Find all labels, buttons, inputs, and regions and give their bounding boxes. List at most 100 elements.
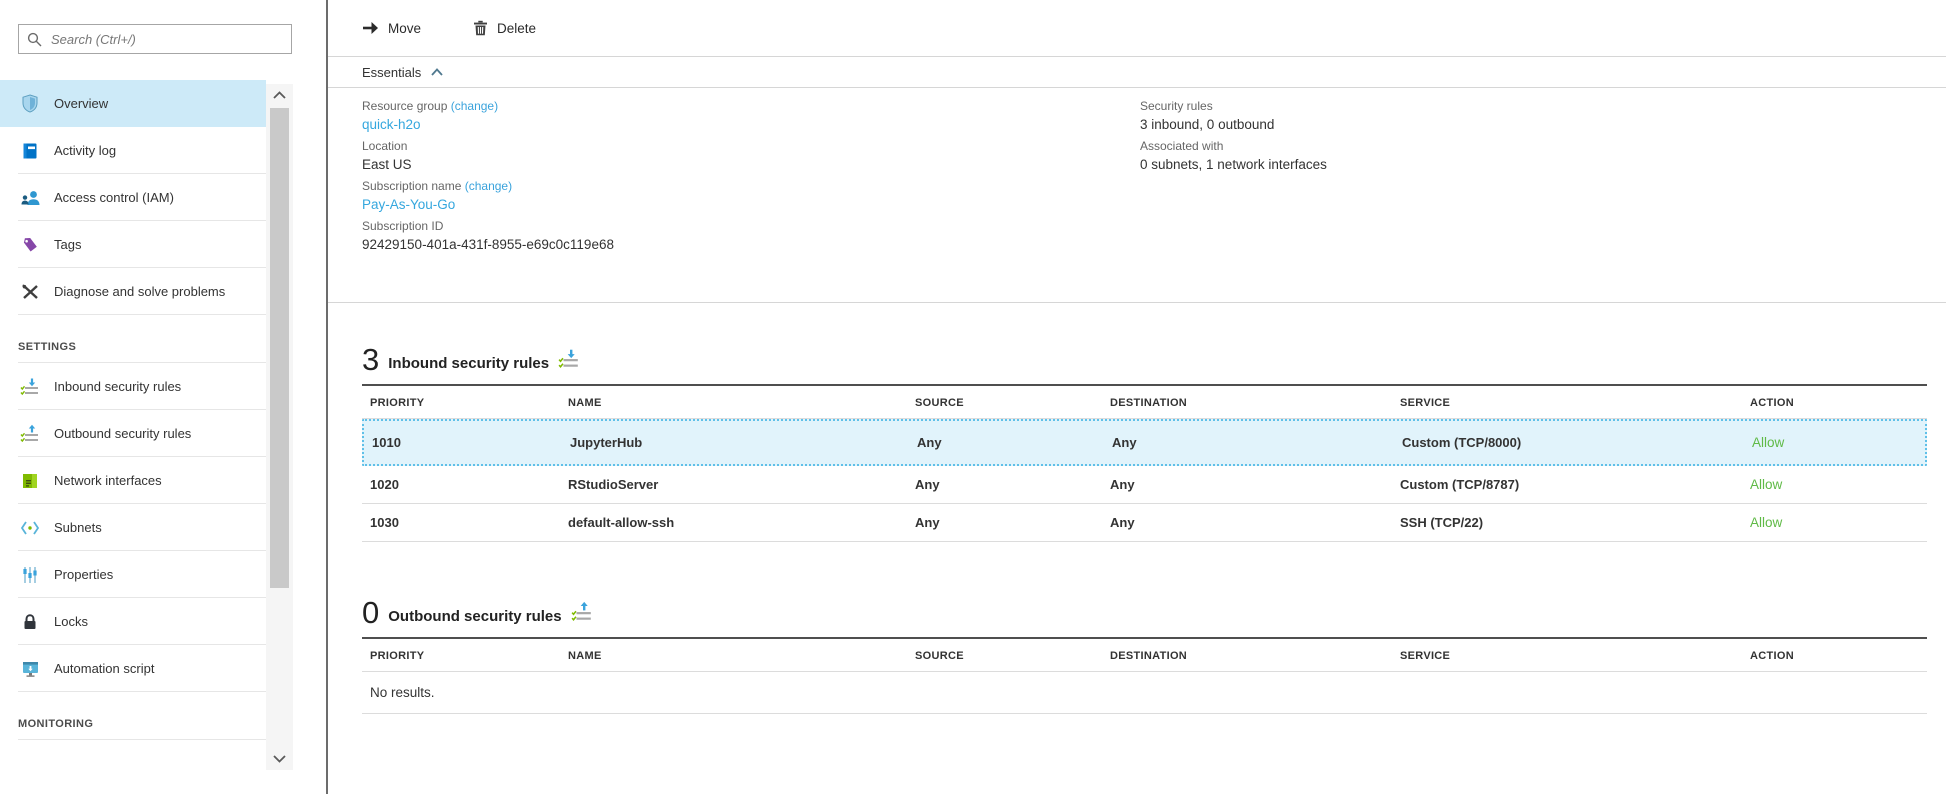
column-header-destination: DESTINATION	[1102, 397, 1392, 409]
sidebar-item-activity-log[interactable]: Activity log	[0, 127, 266, 174]
field-subscription-name: Subscription name (change) Pay-As-You-Go	[362, 177, 1140, 214]
essentials-toggle[interactable]: Essentials	[328, 57, 1946, 88]
inbound-rules-section: 3 Inbound security rules PRIORITY NAME S…	[362, 345, 1927, 542]
column-header-action: ACTION	[1742, 650, 1927, 662]
resource-group-link[interactable]: quick-h2o	[362, 115, 1140, 134]
scroll-down-icon[interactable]	[266, 748, 293, 770]
cell-name: RStudioServer	[560, 477, 907, 492]
sidebar: Overview Activity log Access control (IA…	[0, 0, 294, 794]
sliders-icon	[20, 565, 40, 585]
sidebar-scrollbar[interactable]	[266, 84, 293, 770]
table-row-rstudioserver[interactable]: 1020 RStudioServer Any Any Custom (TCP/8…	[362, 466, 1927, 504]
cell-name: JupyterHub	[562, 435, 909, 450]
field-label: Security rules	[1140, 97, 1327, 115]
scroll-up-icon[interactable]	[266, 84, 293, 106]
field-label: Resource group	[362, 99, 447, 113]
sidebar-item-label: Activity log	[54, 143, 116, 158]
shield-icon	[20, 94, 40, 114]
command-bar: Move Delete	[328, 0, 1946, 57]
rules-sections: 3 Inbound security rules PRIORITY NAME S…	[328, 345, 1927, 714]
scrollbar-thumb[interactable]	[270, 108, 289, 588]
column-header-priority: PRIORITY	[362, 397, 560, 409]
move-arrow-icon	[362, 21, 379, 35]
sidebar-item-inbound-rules[interactable]: Inbound security rules	[0, 363, 266, 410]
sidebar-item-label: Diagnose and solve problems	[54, 284, 225, 299]
sidebar-item-outbound-rules[interactable]: Outbound security rules	[0, 410, 266, 457]
outbound-rules-icon	[571, 601, 593, 628]
chevron-up-icon	[431, 68, 443, 76]
table-row-default-allow-ssh[interactable]: 1030 default-allow-ssh Any Any SSH (TCP/…	[362, 504, 1927, 542]
sidebar-item-access-control[interactable]: Access control (IAM)	[0, 174, 266, 221]
cell-destination: Any	[1102, 477, 1392, 492]
security-rules-value: 3 inbound, 0 outbound	[1140, 115, 1327, 134]
associated-with-value: 0 subnets, 1 network interfaces	[1140, 155, 1327, 174]
column-header-action: ACTION	[1742, 397, 1927, 409]
cell-priority: 1030	[362, 515, 560, 530]
sidebar-item-label: Subnets	[54, 520, 102, 535]
cell-action: Allow	[1742, 477, 1927, 492]
sidebar-search[interactable]	[18, 24, 292, 54]
sidebar-item-label: Automation script	[54, 661, 154, 676]
outbound-table-header: PRIORITY NAME SOURCE DESTINATION SERVICE…	[362, 639, 1927, 672]
sidebar-menu: Overview Activity log Access control (IA…	[0, 80, 266, 740]
move-button[interactable]: Move	[362, 21, 421, 36]
essentials-left-column: Resource group (change) quick-h2o Locati…	[362, 97, 1140, 302]
sidebar-item-label: Tags	[54, 237, 81, 252]
change-link[interactable]: (change)	[465, 179, 512, 193]
delete-button[interactable]: Delete	[473, 20, 536, 36]
column-header-source: SOURCE	[907, 397, 1102, 409]
column-header-service: SERVICE	[1392, 397, 1742, 409]
cell-source: Any	[907, 477, 1102, 492]
main-content: Move Delete Essentials Resource group (c…	[328, 0, 1946, 794]
table-row-jupyterhub[interactable]: 1010 JupyterHub Any Any Custom (TCP/8000…	[362, 419, 1927, 466]
outbound-rules-section: 0 Outbound security rules PRIORITY NAME …	[362, 598, 1927, 714]
tools-icon	[20, 282, 40, 302]
essentials-right-column: Security rules 3 inbound, 0 outbound Ass…	[1140, 97, 1327, 302]
sidebar-item-overview[interactable]: Overview	[0, 80, 266, 127]
change-link[interactable]: (change)	[451, 99, 498, 113]
field-location: Location East US	[362, 137, 1140, 174]
network-interface-icon	[20, 471, 40, 491]
sidebar-item-label: Access control (IAM)	[54, 190, 174, 205]
sidebar-item-label: Inbound security rules	[54, 379, 181, 394]
inbound-count: 3	[362, 345, 379, 375]
outbound-rules-icon	[20, 424, 40, 444]
field-security-rules: Security rules 3 inbound, 0 outbound	[1140, 97, 1327, 134]
no-results-message: No results.	[362, 672, 1927, 714]
sidebar-item-tags[interactable]: Tags	[0, 221, 266, 268]
search-input[interactable]	[51, 32, 283, 47]
cell-destination: Any	[1102, 515, 1392, 530]
cell-name: default-allow-ssh	[560, 515, 907, 530]
cell-source: Any	[909, 435, 1104, 450]
field-subscription-id: Subscription ID 92429150-401a-431f-8955-…	[362, 217, 1140, 254]
people-icon	[20, 188, 40, 208]
sidebar-item-automation-script[interactable]: Automation script	[0, 645, 266, 692]
cell-service: Custom (TCP/8000)	[1394, 435, 1744, 450]
subscription-id-value: 92429150-401a-431f-8955-e69c0c119e68	[362, 235, 1140, 254]
column-header-priority: PRIORITY	[362, 650, 560, 662]
essentials-title: Essentials	[362, 65, 421, 80]
sidebar-item-label: Overview	[54, 96, 108, 111]
subscription-name-link[interactable]: Pay-As-You-Go	[362, 195, 1140, 214]
cell-action: Allow	[1744, 435, 1925, 450]
sidebar-item-network-interfaces[interactable]: Network interfaces	[0, 457, 266, 504]
move-button-label: Move	[388, 21, 421, 36]
field-label: Subscription name	[362, 179, 461, 193]
sidebar-section-settings: SETTINGS	[0, 315, 266, 363]
sidebar-item-locks[interactable]: Locks	[0, 598, 266, 645]
subnets-icon	[20, 518, 40, 538]
sidebar-item-properties[interactable]: Properties	[0, 551, 266, 598]
column-header-source: SOURCE	[907, 650, 1102, 662]
delete-button-label: Delete	[497, 21, 536, 36]
field-label: Associated with	[1140, 137, 1327, 155]
outbound-title: Outbound security rules	[388, 608, 561, 628]
inbound-heading: 3 Inbound security rules	[362, 345, 1927, 375]
sidebar-item-subnets[interactable]: Subnets	[0, 504, 266, 551]
sidebar-item-label: Network interfaces	[54, 473, 162, 488]
sidebar-item-diagnose[interactable]: Diagnose and solve problems	[0, 268, 266, 315]
inbound-rules-icon	[20, 377, 40, 397]
column-header-destination: DESTINATION	[1102, 650, 1392, 662]
sidebar-item-label: Locks	[54, 614, 88, 629]
tag-icon	[20, 235, 40, 255]
essentials-panel: Resource group (change) quick-h2o Locati…	[328, 88, 1946, 303]
